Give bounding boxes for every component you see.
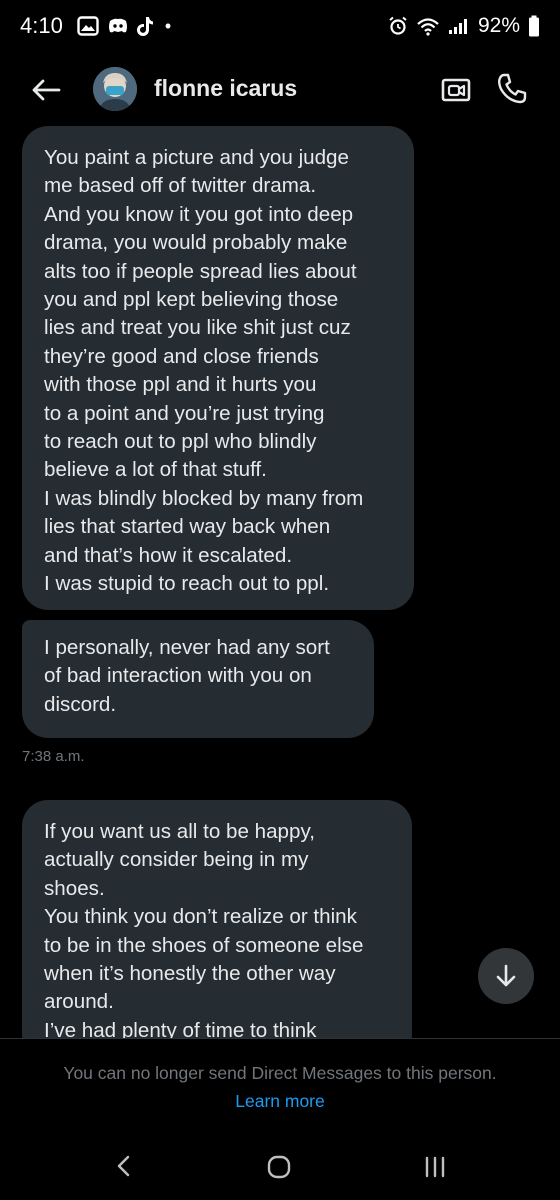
system-navigation-bar (0, 1140, 560, 1196)
avatar[interactable] (93, 67, 137, 111)
message-list[interactable]: You paint a picture and you judge me bas… (0, 126, 560, 1038)
learn-more-link[interactable]: Learn more (0, 1091, 560, 1112)
message-timestamp: 7:38 a.m. (22, 748, 85, 765)
home-circle-icon (267, 1155, 291, 1179)
footer-divider (0, 1038, 560, 1039)
nav-back-button[interactable] (110, 1152, 138, 1180)
nav-recents-button[interactable] (420, 1154, 450, 1180)
video-call-icon (441, 78, 471, 102)
back-button[interactable] (26, 70, 66, 110)
arrow-down-icon (496, 964, 516, 987)
discord-icon (107, 17, 129, 35)
status-right: 92% (388, 14, 540, 38)
gallery-icon (77, 16, 99, 36)
alarm-icon (388, 16, 408, 36)
battery-percent: 92% (477, 14, 520, 37)
status-bar: 4:10 • 92% (0, 0, 560, 52)
nav-home-button[interactable] (264, 1152, 294, 1182)
battery-icon (528, 15, 540, 37)
message-bubble[interactable]: I personally, never had any sort of bad … (22, 620, 374, 738)
back-arrow-icon (32, 79, 61, 101)
video-call-button[interactable] (440, 74, 472, 106)
phone-icon (498, 73, 527, 104)
dm-disabled-notice: You can no longer send Direct Messages t… (63, 1063, 497, 1083)
message-bubble[interactable]: You paint a picture and you judge me bas… (22, 126, 414, 610)
recents-icon (425, 1156, 445, 1178)
contact-name[interactable]: flonne icarus (154, 75, 297, 102)
notification-dot: • (164, 15, 172, 36)
conversation-header: flonne icarus (0, 58, 560, 120)
chevron-left-icon (117, 1155, 130, 1177)
signal-icon (448, 17, 470, 35)
scroll-to-bottom-button[interactable] (478, 948, 534, 1004)
status-time: 4:10 (20, 13, 63, 38)
message-bubble[interactable]: If you want us all to be happy, actually… (22, 800, 412, 1038)
phone-call-button[interactable] (496, 72, 528, 106)
tiktok-icon (136, 15, 155, 37)
wifi-icon (416, 16, 440, 36)
status-left: 4:10 • (20, 13, 171, 39)
